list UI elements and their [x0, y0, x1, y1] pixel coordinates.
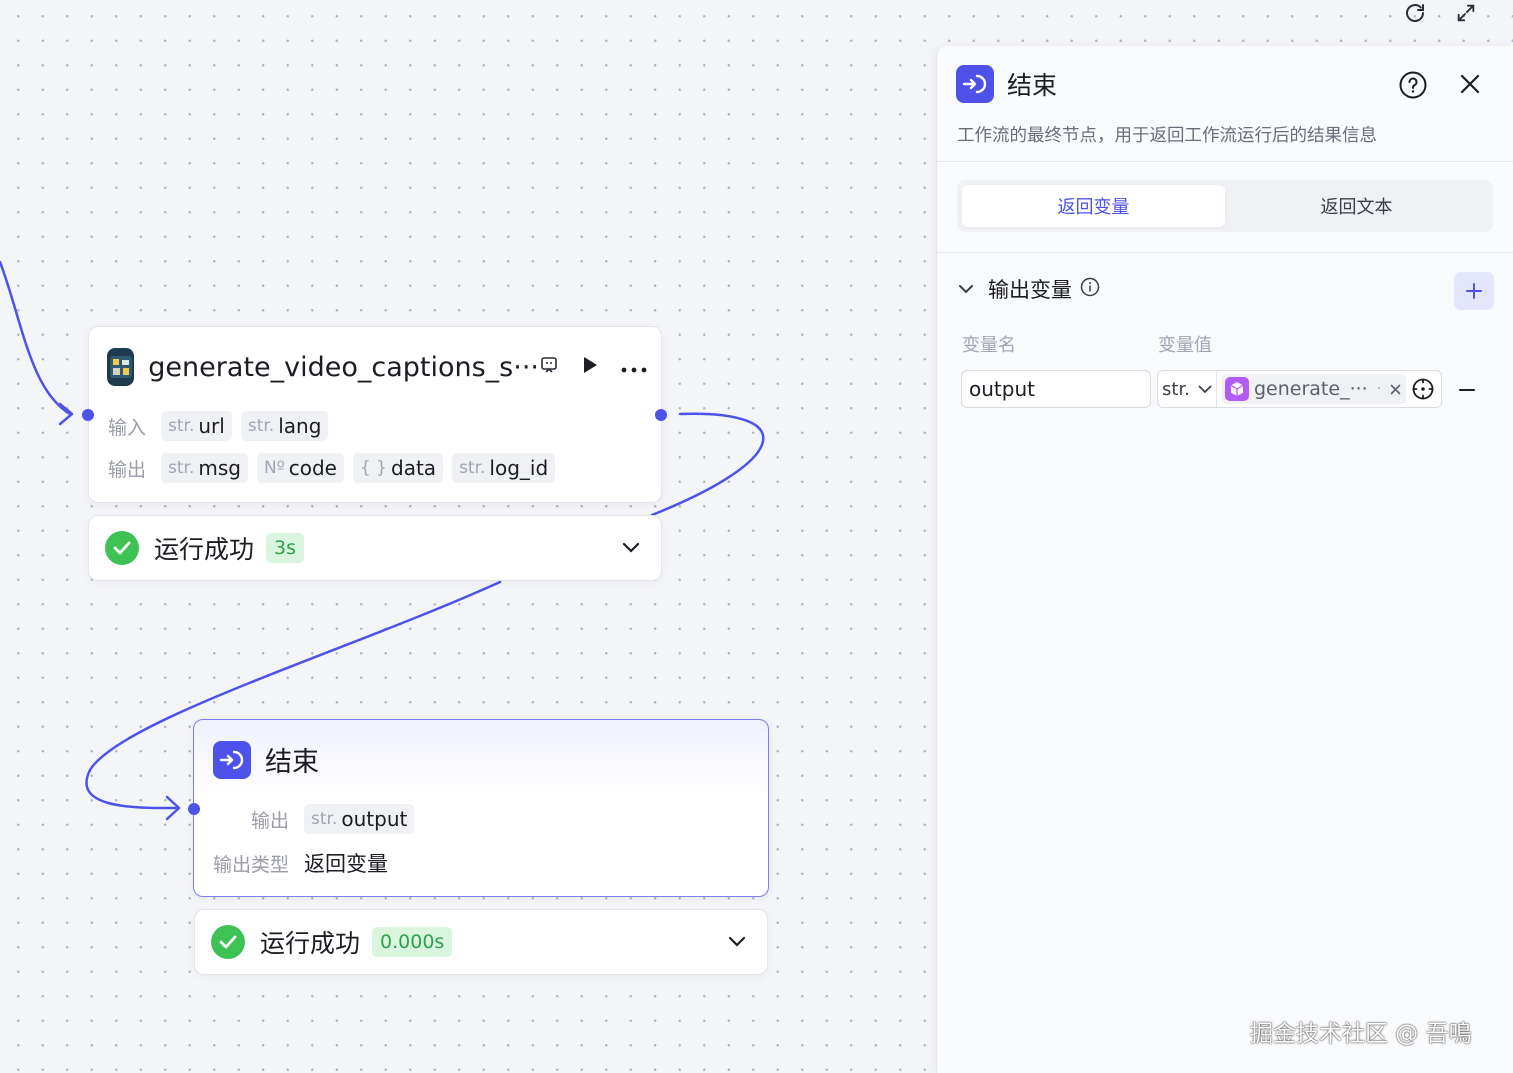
- plugin-output-port[interactable]: [655, 409, 667, 421]
- output-tag-code: Nº code: [256, 453, 344, 483]
- plugin-outputs-row: 输出 str. msg Nº code { } data str. log_id: [108, 453, 556, 483]
- plugin-inputs-row: 输入 str. url str. lang: [108, 411, 329, 441]
- end-outputs-row: 输出 str. output: [251, 804, 415, 834]
- column-header-name: 变量名: [962, 335, 1016, 356]
- refresh-icon[interactable]: [1402, 0, 1428, 26]
- edge-arrow-plugin: [58, 402, 74, 426]
- end-node-title: 结束: [265, 747, 319, 778]
- variable-picker-icon[interactable]: [1411, 377, 1435, 401]
- tab-return-variable[interactable]: 返回变量: [962, 185, 1225, 227]
- more-icon[interactable]: [621, 358, 647, 377]
- output-label: 输出: [108, 458, 147, 481]
- end-input-port[interactable]: [188, 803, 200, 815]
- tab-return-text[interactable]: 返回文本: [1225, 185, 1488, 227]
- success-check-icon: [211, 925, 245, 959]
- end-node-icon: [956, 65, 994, 103]
- edge-plugin-to-end: [650, 412, 765, 517]
- output-type-label: 输出类型: [213, 853, 290, 876]
- plugin-node-title: generate_video_captions_s···: [148, 351, 539, 383]
- debug-icon[interactable]: [539, 355, 559, 379]
- panel-title: 结束: [1007, 71, 1058, 100]
- section-title: 输出变量: [988, 278, 1072, 302]
- plugin-run-status: 运行成功 3s: [88, 515, 662, 581]
- variable-value-field: str. generate_··· ·: [1157, 370, 1442, 408]
- help-icon[interactable]: [1398, 70, 1428, 104]
- plugin-node[interactable]: generate_video_captions_s··· 输入 str. url …: [88, 326, 662, 503]
- output-label: 输出: [251, 809, 290, 832]
- plugin-cube-icon: [1225, 377, 1249, 401]
- chevron-down-icon: [1198, 385, 1212, 393]
- info-icon[interactable]: [1080, 277, 1100, 301]
- chevron-down-icon[interactable]: [958, 280, 974, 299]
- add-variable-button[interactable]: [1454, 272, 1494, 310]
- output-tag-output: str. output: [304, 804, 415, 834]
- expand-icon[interactable]: [1453, 0, 1479, 26]
- return-mode-tabs: 返回变量 返回文本: [957, 180, 1493, 232]
- output-type-value: 返回变量: [304, 852, 389, 876]
- run-icon[interactable]: [581, 355, 599, 379]
- column-header-value: 变量值: [1158, 335, 1212, 356]
- end-run-status: 运行成功 0.000s: [194, 909, 768, 975]
- watermark: 掘金技术社区 @ 吾鳴: [1250, 1021, 1472, 1047]
- end-node-icon: [213, 740, 251, 779]
- plugin-input-port[interactable]: [82, 409, 94, 421]
- type-select-value: str.: [1162, 378, 1190, 400]
- input-tag-lang: str. lang: [240, 411, 329, 441]
- edge-start-to-plugin: [0, 260, 72, 416]
- variable-name-input[interactable]: output: [961, 370, 1151, 408]
- close-icon[interactable]: [1459, 73, 1481, 99]
- output-tag-msg: str. msg: [161, 453, 248, 483]
- end-output-type-row: 输出类型 返回变量: [213, 848, 388, 878]
- status-text: 运行成功: [260, 929, 361, 958]
- node-config-panel: 结束 工作流的最终节点，用于返回工作流运行后的结果信息 返回变量 返回文本 输出…: [936, 46, 1513, 1073]
- status-text: 运行成功: [154, 535, 255, 564]
- plugin-icon: [107, 348, 135, 386]
- remove-row-button[interactable]: [1457, 380, 1477, 404]
- duration-badge: 0.000s: [372, 927, 453, 957]
- duration-badge: 3s: [266, 533, 305, 563]
- variable-reference-tag[interactable]: generate_··· ·: [1222, 374, 1407, 404]
- separator-dot: ·: [1376, 381, 1382, 397]
- edge-arrow-end: [165, 795, 181, 821]
- output-tag-log-id: str. log_id: [452, 453, 556, 483]
- output-tag-data: { } data: [352, 453, 444, 483]
- chevron-down-icon[interactable]: [617, 534, 645, 562]
- variable-reference-text: generate_···: [1254, 378, 1368, 400]
- success-check-icon: [105, 531, 139, 565]
- type-select[interactable]: str.: [1158, 371, 1217, 407]
- end-node[interactable]: 结束 输出 str. output 输出类型 返回变量: [193, 719, 769, 897]
- output-variables-header[interactable]: 输出变量: [958, 274, 1100, 304]
- divider: [937, 161, 1513, 162]
- divider: [937, 252, 1513, 253]
- input-tag-url: str. url: [161, 411, 232, 441]
- input-label: 输入: [108, 416, 147, 439]
- remove-reference-icon[interactable]: [1390, 384, 1401, 395]
- chevron-down-icon[interactable]: [723, 928, 751, 956]
- panel-description: 工作流的最终节点，用于返回工作流运行后的结果信息: [957, 126, 1377, 146]
